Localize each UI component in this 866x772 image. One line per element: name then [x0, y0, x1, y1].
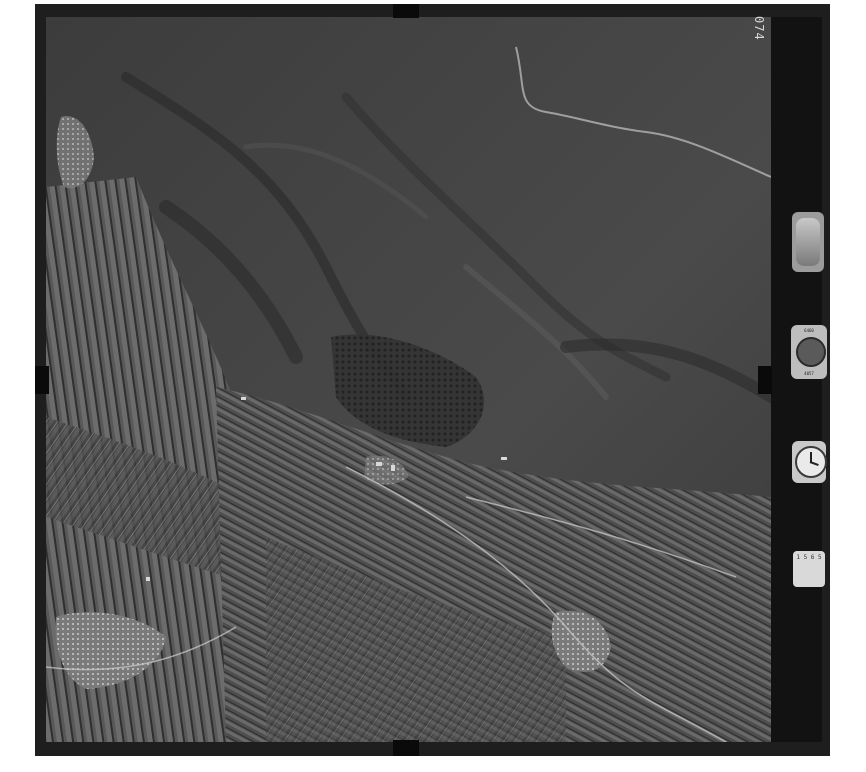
level-bubble-icon	[792, 212, 824, 272]
altimeter-top-text: 6460	[804, 328, 814, 333]
date-counter-text: 1 5 6 5	[796, 554, 822, 561]
altimeter-bottom-text: 4057	[804, 371, 814, 376]
fiducial-mark-right	[758, 366, 772, 394]
clock-icon	[792, 441, 827, 483]
aerial-photo-svg	[46, 17, 771, 742]
clock-face	[795, 446, 827, 478]
altimeter-dial	[796, 337, 826, 367]
aerial-photograph	[46, 17, 771, 742]
fiducial-mark-bottom	[393, 740, 419, 756]
frame-number: 074	[748, 16, 770, 41]
altimeter-icon: 6460 4057	[791, 325, 827, 379]
data-strip	[771, 17, 822, 742]
fiducial-mark-left	[35, 366, 49, 394]
fiducial-mark-top	[393, 4, 419, 18]
date-counter-icon: 1 5 6 5	[793, 551, 825, 587]
frame-number-text: 074	[752, 16, 766, 41]
